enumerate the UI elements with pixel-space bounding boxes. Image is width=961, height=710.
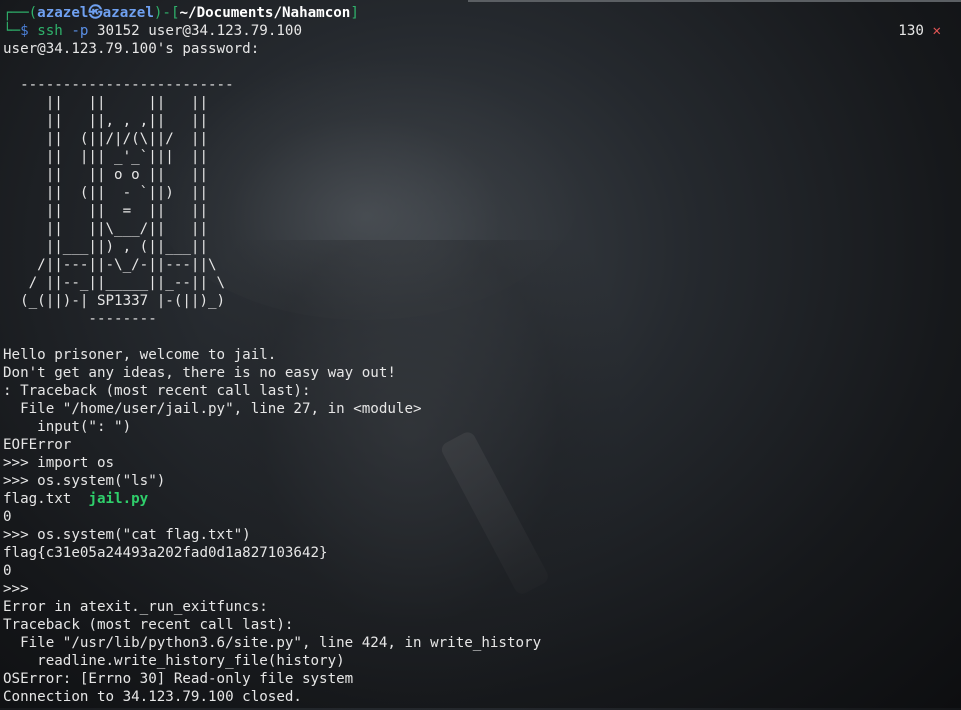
ls-file-flag: flag.txt xyxy=(3,491,72,507)
output-line: 0 xyxy=(3,563,12,579)
output-line: /||---||-\_/-||---||\ xyxy=(3,257,217,273)
window-top-edge xyxy=(468,0,961,2)
exit-status: 130 ✕ xyxy=(898,22,941,40)
output-line: || || o o || || xyxy=(3,167,208,183)
output-line: OSError: [Errno 30] Read-only file syste… xyxy=(3,671,354,687)
output-line: Traceback (most recent call last): xyxy=(3,617,294,633)
exit-code: 130 xyxy=(898,23,924,39)
output-line: readline.write_history_file(history) xyxy=(3,653,345,669)
session-output-b: 0 >>> os.system("cat flag.txt") flag{c31e0… xyxy=(3,508,961,706)
password-prompt: user@34.123.79.100's password: xyxy=(3,41,260,57)
output-line: >>> os.system("cat flag.txt") xyxy=(3,527,251,543)
session-output-a: Hello prisoner, welcome to jail. Don't ge… xyxy=(3,346,961,490)
prompt-host: azazel xyxy=(102,5,154,21)
prompt-corner: ┌── xyxy=(3,5,29,21)
output-line: (_(||)-| SP1337 |-(||)_) xyxy=(3,293,226,309)
output-line: || || || || xyxy=(3,95,208,111)
command-args: 30152 user@34.123.79.100 xyxy=(97,23,302,39)
output-line: >>> import os xyxy=(3,455,115,471)
output-line: -------- xyxy=(3,311,157,327)
prompt-path: ~/Documents/Nahamcon xyxy=(179,5,351,21)
output-line: || (||/|/(\||/ || xyxy=(3,131,208,147)
ascii-art-banner: ------------------------- || || || || ||… xyxy=(3,58,961,346)
output-line: || ||| _'_`||| || xyxy=(3,149,208,165)
output-line: || || = || || xyxy=(3,203,208,219)
prompt-paren: ( xyxy=(28,5,38,21)
output-line: || ||, , ,|| || xyxy=(3,113,208,129)
output-line: >>> xyxy=(3,581,29,597)
prompt-bracket: -[ xyxy=(162,5,180,21)
terminal-output[interactable]: ┌──(azazel㉿azazel)-[~/Documents/Nahamcon… xyxy=(3,4,961,706)
output-line: : Traceback (most recent call last): xyxy=(3,383,311,399)
output-line: ------------------------- xyxy=(3,77,234,93)
ls-output-line: flag.txt jail.py xyxy=(3,490,961,508)
prompt-user: azazel xyxy=(37,5,89,21)
ls-file-jail: jail.py xyxy=(88,491,149,507)
output-line: >>> os.system("ls") xyxy=(3,473,166,489)
error-x-icon: ✕ xyxy=(932,23,941,39)
output-line: Hello prisoner, welcome to jail. xyxy=(3,347,277,363)
output-line: ||___||) , (||___|| xyxy=(3,239,208,255)
output-line: Don't get any ideas, there is no easy wa… xyxy=(3,365,396,381)
prompt-line-2: └─$ ssh -p 30152 user@34.123.79.100 xyxy=(3,22,961,40)
prompt-dollar: $ xyxy=(20,23,29,39)
output-line: / ||--_||_____||_--|| \ xyxy=(3,275,226,291)
output-line: Error in atexit._run_exitfuncs: xyxy=(3,599,268,615)
prompt-line-1: ┌──(azazel㉿azazel)-[~/Documents/Nahamcon… xyxy=(3,4,961,22)
output-line: Connection to 34.123.79.100 closed. xyxy=(3,689,302,705)
output-line: 0 xyxy=(3,509,12,525)
output-line: EOFError xyxy=(3,437,72,453)
output-line: flag{c31e05a24493a202fad0d1a827103642} xyxy=(3,545,328,561)
output-line: File "/usr/lib/python3.6/site.py", line … xyxy=(3,635,542,651)
output-line: File "/home/user/jail.py", line 27, in <… xyxy=(3,401,422,417)
output-line: || ||\___/|| || xyxy=(3,221,208,237)
ls-spacer xyxy=(71,491,88,507)
command-flag: -p xyxy=(71,23,89,39)
output-line: || (|| - `||) || xyxy=(3,185,208,201)
prompt-corner: └─ xyxy=(3,23,21,39)
command-name: ssh xyxy=(37,23,63,39)
prompt-at-icon: ㉿ xyxy=(88,5,103,21)
prompt-bracket: ] xyxy=(350,5,359,21)
output-line: input(": ") xyxy=(3,419,132,435)
